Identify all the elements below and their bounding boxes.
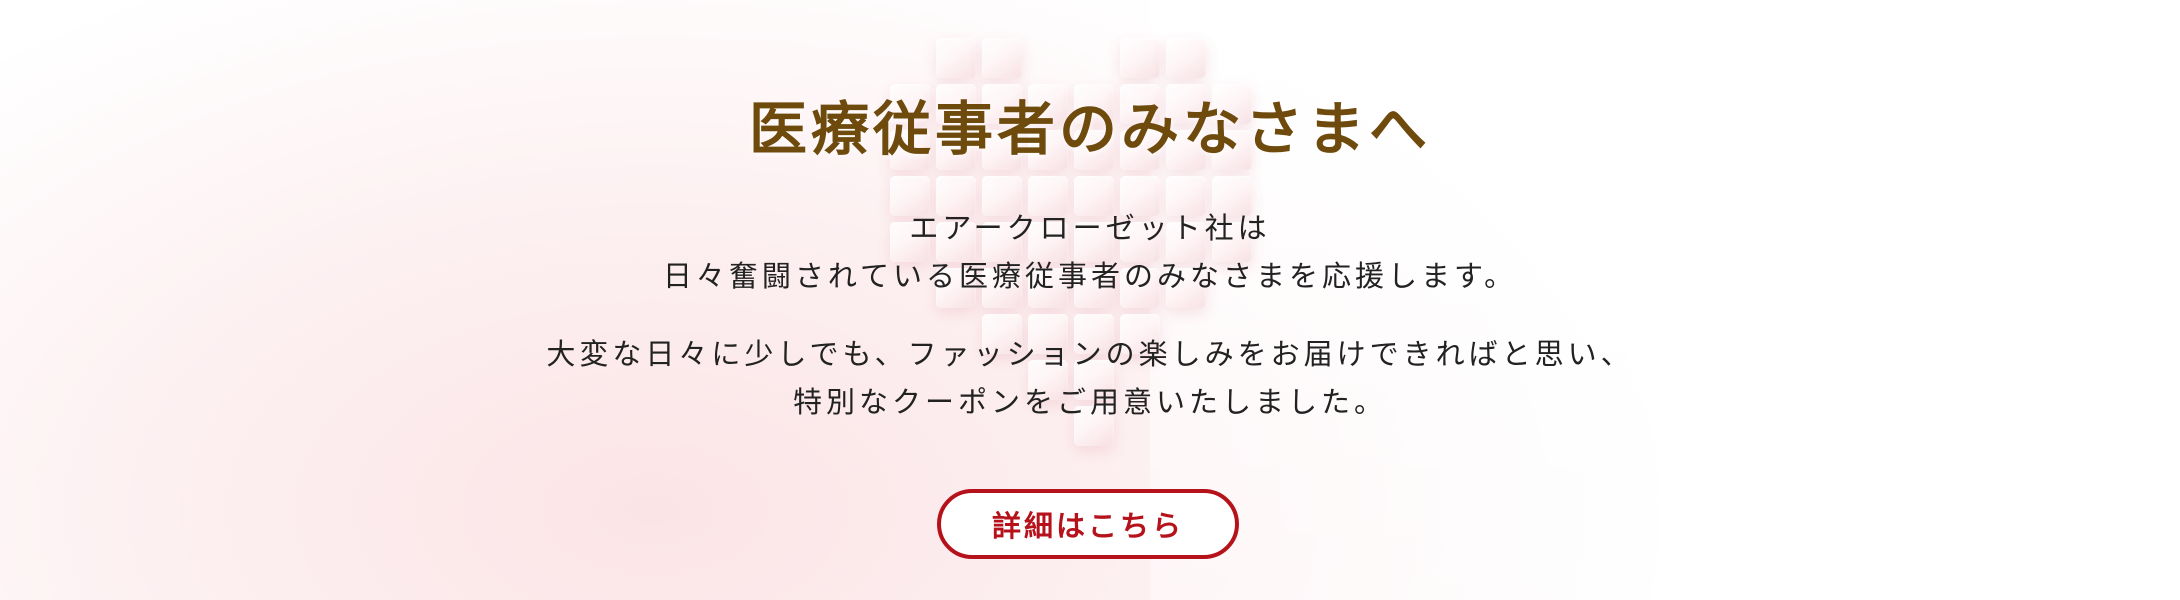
medical-workers-banner: 医療従事者のみなさまへ エアークローゼット社は 日々奮闘されている医療従事者のみ… xyxy=(0,0,2180,600)
message-line-1: 大変な日々に少しでも、ファッションの楽しみをお届けできればと思い、 xyxy=(546,337,1634,371)
message-paragraph: 大変な日々に少しでも、ファッションの楽しみをお届けできればと思い、 特別なクーポ… xyxy=(0,330,2180,426)
message-line-2: 特別なクーポンをご用意いたしました。 xyxy=(792,385,1387,419)
banner-content: 医療従事者のみなさまへ エアークローゼット社は 日々奮闘されている医療従事者のみ… xyxy=(0,0,2180,600)
intro-line-1: エアークローゼット社は xyxy=(909,211,1271,245)
banner-headline: 医療従事者のみなさまへ xyxy=(748,95,1431,163)
details-button[interactable]: 詳細はこちら xyxy=(937,489,1239,559)
intro-paragraph: エアークローゼット社は 日々奮闘されている医療従事者のみなさまを応援します。 xyxy=(0,204,2180,300)
intro-line-2: 日々奮闘されている医療従事者のみなさまを応援します。 xyxy=(662,259,1518,293)
